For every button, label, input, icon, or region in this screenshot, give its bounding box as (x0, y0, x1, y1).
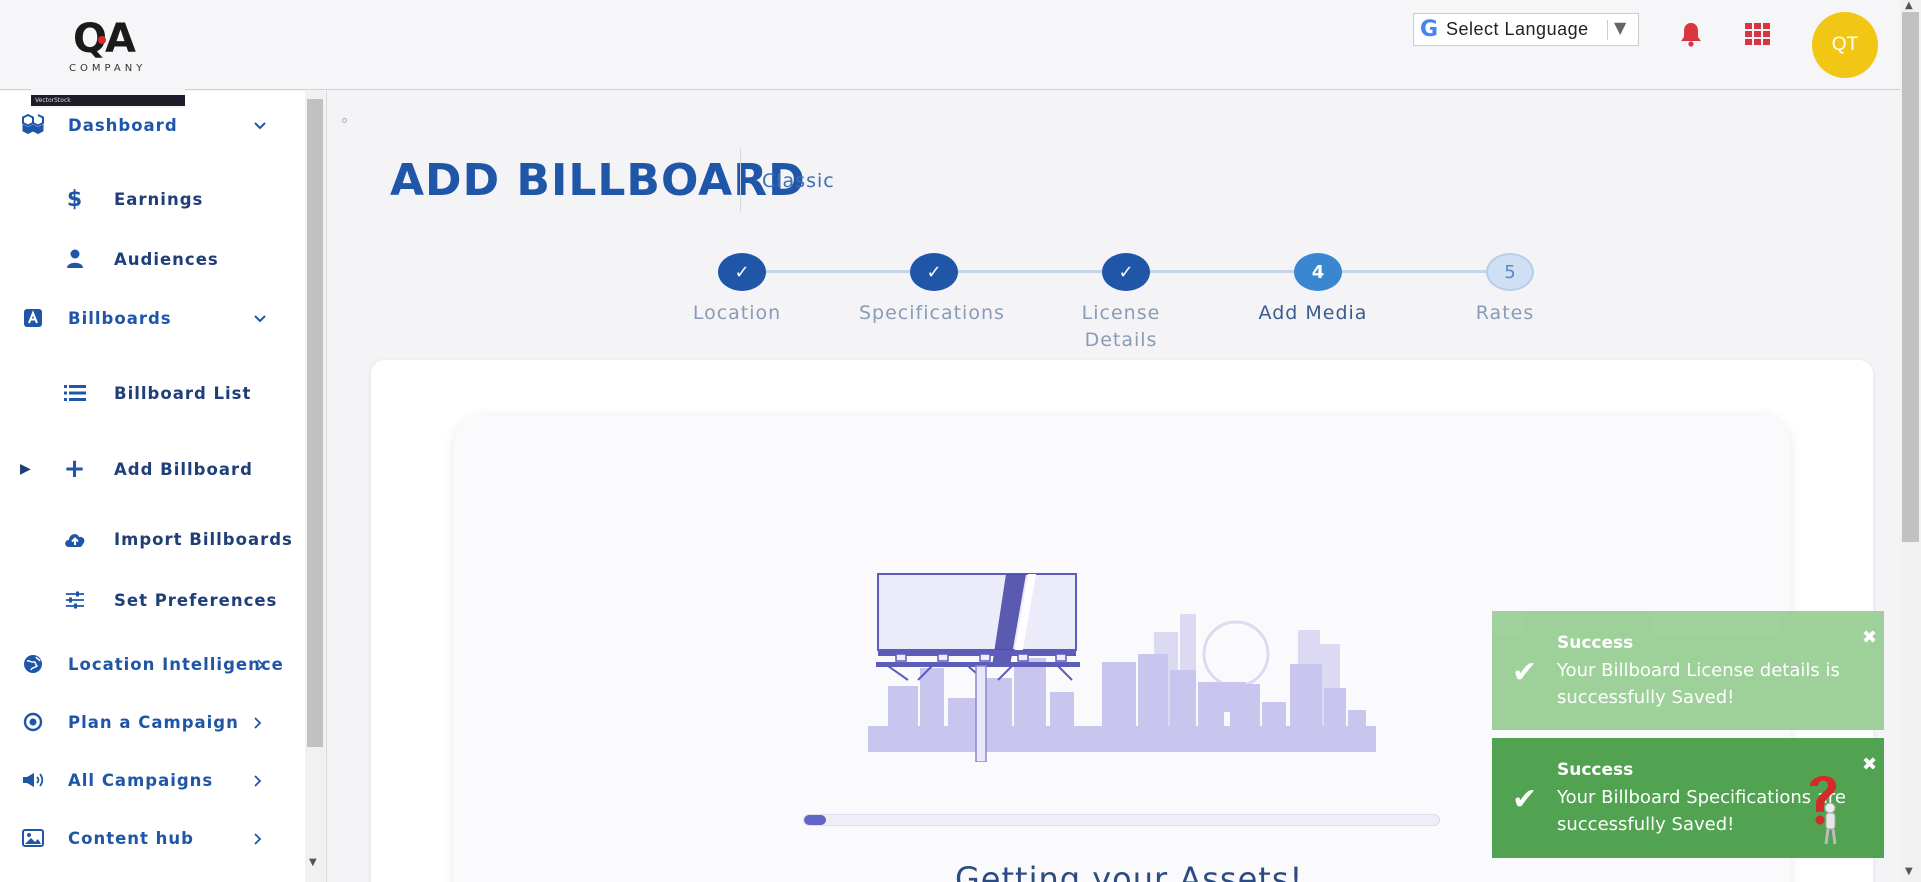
stepper-connector (1318, 270, 1488, 273)
list-icon (62, 380, 88, 406)
company-logo[interactable]: QA COMPANY VectorStock (31, 0, 185, 108)
caret-right-icon: ▶ (20, 461, 32, 477)
sidebar-item-location-intelligence[interactable]: Location Intelligence (0, 644, 305, 684)
sidebar-item-set-preferences[interactable]: Set Preferences (0, 580, 305, 620)
chevron-down-icon (253, 311, 267, 325)
billboard-a-icon (20, 305, 46, 331)
sidebar-item-add-billboard[interactable]: ▶ + Add Billboard (0, 449, 305, 489)
sidebar-item-audiences[interactable]: Audiences (0, 239, 305, 279)
page-title: ADD BILLBOARD (390, 155, 806, 206)
sidebar: Dashboard $ Earnings Audiences Billboard… (0, 91, 305, 882)
sidebar-item-label: Billboard List (114, 383, 252, 403)
sidebar-item-billboards[interactable]: Billboards (0, 298, 305, 338)
title-divider (740, 148, 741, 212)
step-specifications-label: Specifications (859, 302, 1005, 324)
dollar-icon: $ (66, 186, 84, 212)
language-select-divider (1607, 20, 1608, 40)
page-scrollbar-thumb[interactable] (1902, 12, 1919, 542)
stepper-connector (742, 270, 912, 273)
google-icon: G (1420, 17, 1439, 42)
sidebar-item-label: Content hub (68, 828, 194, 848)
user-icon (62, 246, 88, 272)
sidebar-item-earnings[interactable]: $ Earnings (0, 179, 305, 219)
upload-progress-fill (804, 815, 827, 825)
checkmark-icon: ✔ (1512, 782, 1538, 817)
step-rates-circle[interactable]: 5 (1486, 253, 1534, 291)
loading-message: Getting your Assets! (955, 860, 1304, 882)
sidebar-item-import-billboards[interactable]: Import Billboards (0, 519, 305, 559)
sidebar-item-label: Import Billboards (114, 529, 293, 549)
language-select-label: Select Language (1446, 19, 1589, 39)
chevron-right-icon (253, 773, 267, 787)
dropdown-arrow-icon: ▼ (1614, 18, 1627, 37)
toast-title: Success (1557, 633, 1634, 653)
sidebar-item-label: Billboards (68, 308, 172, 328)
sidebar-item-content-hub[interactable]: Content hub (0, 818, 305, 858)
stepper-connector (1126, 270, 1296, 273)
sidebar-item-billboard-list[interactable]: Billboard List (0, 373, 305, 413)
upload-progress-bar (803, 814, 1440, 826)
step-rates-label: Rates (1475, 302, 1535, 324)
sidebar-item-all-campaigns[interactable]: All Campaigns (0, 760, 305, 800)
logo-watermark-strip: VectorStock (31, 95, 185, 106)
user-avatar[interactable]: QT (1812, 12, 1878, 78)
sidebar-item-label: Plan a Campaign (68, 712, 239, 732)
top-header: G Select Language ▼ QT (0, 0, 1900, 90)
logo-watermark-text: VectorStock (35, 97, 71, 104)
sidebar-divider (326, 91, 327, 882)
language-select[interactable]: G Select Language ▼ (1413, 13, 1639, 46)
page-subtitle: Classic (762, 170, 835, 192)
megaphone-icon (20, 767, 46, 793)
logo-dot-icon (98, 36, 106, 44)
toast-message: Your Billboard License details is succes… (1557, 660, 1840, 708)
scroll-down-arrow-icon[interactable]: ▼ (1905, 866, 1913, 877)
sidebar-item-label: Location Intelligence (68, 654, 284, 674)
checkmark-icon: ✔ (1512, 655, 1538, 690)
billboard-city-illustration (868, 573, 1376, 762)
target-icon (20, 709, 46, 735)
step-license-details-circle[interactable]: ✓ (1102, 253, 1150, 291)
close-icon[interactable]: ✖ (1862, 627, 1877, 648)
step-add-media-circle[interactable]: 4 (1294, 253, 1342, 291)
sidebar-item-label: Earnings (114, 189, 204, 209)
stepper-connector (934, 270, 1104, 273)
close-icon[interactable]: ✖ (1862, 754, 1877, 775)
cloud-upload-icon (62, 526, 88, 552)
sidebar-item-label: Set Preferences (114, 590, 278, 610)
sidebar-item-dashboard[interactable]: Dashboard (0, 105, 305, 145)
success-toast[interactable]: ✔ Success Your Billboard License details… (1492, 611, 1884, 730)
step-license-details-label: License Details (1081, 302, 1161, 351)
sidebar-scrollbar-thumb[interactable] (307, 99, 323, 747)
apps-grid-icon[interactable] (1745, 23, 1771, 45)
page-scrollbar[interactable]: ▲ ▼ (1900, 0, 1921, 882)
scroll-down-arrow-icon[interactable]: ▼ (309, 857, 317, 868)
cubes-icon (20, 112, 46, 138)
toast-title: Success (1557, 760, 1634, 780)
sidebar-item-label: Audiences (114, 249, 219, 269)
chevron-right-icon (256, 657, 270, 671)
breadcrumb-dot (342, 118, 347, 123)
step-specifications-circle[interactable]: ✓ (910, 253, 958, 291)
sidebar-item-label: Add Billboard (114, 459, 253, 479)
step-add-media-label: Add Media (1258, 302, 1368, 324)
sidebar-scrollbar[interactable]: ▼ (305, 91, 325, 882)
logo-subtext: COMPANY (69, 63, 147, 74)
sidebar-item-label: All Campaigns (68, 770, 214, 790)
chevron-down-icon (253, 118, 267, 132)
step-location-circle[interactable]: ✓ (718, 253, 766, 291)
sliders-icon (62, 587, 88, 613)
chevron-right-icon (253, 831, 267, 845)
step-location-label: Location (692, 302, 782, 324)
chevron-right-icon (253, 715, 267, 729)
sidebar-item-label: Dashboard (68, 115, 178, 135)
scroll-up-arrow-icon[interactable]: ▲ (1905, 0, 1913, 11)
globe-icon (20, 651, 46, 677)
notification-bell-icon[interactable] (1678, 21, 1704, 47)
image-icon (20, 825, 46, 851)
sidebar-item-plan-a-campaign[interactable]: Plan a Campaign (0, 702, 305, 742)
help-figure-icon[interactable] (1800, 770, 1846, 846)
plus-icon: + (63, 454, 87, 484)
